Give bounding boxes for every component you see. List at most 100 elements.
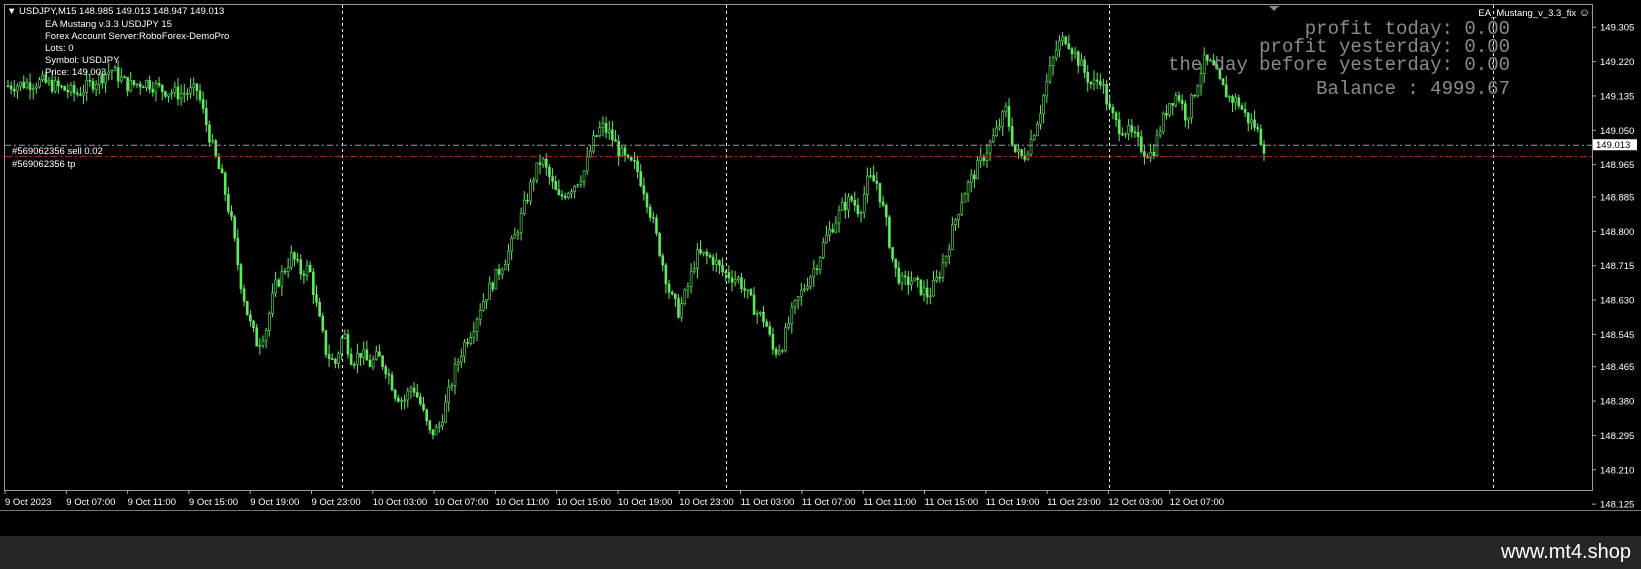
candle-body <box>9 85 13 90</box>
candle-body <box>132 80 136 85</box>
candle-body <box>375 351 378 360</box>
candle-body <box>929 295 932 298</box>
candle-body <box>16 85 19 92</box>
candle-body <box>825 234 828 244</box>
candle-body <box>110 70 114 73</box>
candle-body <box>186 93 189 95</box>
candle-body <box>41 74 44 81</box>
candle-body <box>721 265 724 273</box>
candle-body <box>1133 131 1137 134</box>
candle-body <box>1152 151 1156 157</box>
candle-body <box>683 289 687 304</box>
candle-body <box>781 350 784 353</box>
candle-body <box>548 166 551 177</box>
candle-body <box>759 311 762 314</box>
candle-body <box>1224 84 1228 98</box>
collapse-triangle-icon[interactable]: ▼ <box>7 6 16 17</box>
price-tick-label: 149.305 <box>1600 23 1634 34</box>
candle-body <box>821 242 825 258</box>
candle-body <box>1001 111 1005 127</box>
price-tick-label: 148.965 <box>1600 160 1634 171</box>
candle-body <box>286 267 290 272</box>
candle-body <box>567 193 570 199</box>
candle-body <box>592 135 595 152</box>
candle-body <box>255 327 258 347</box>
candle-body <box>869 175 872 177</box>
candle-body <box>198 90 202 100</box>
candle-body <box>126 77 129 92</box>
candle-body <box>91 80 95 90</box>
candle-body <box>718 260 721 266</box>
time-tick-label: 9 Oct 19:00 <box>250 497 299 508</box>
candle-body <box>1174 95 1178 106</box>
candle-body <box>554 181 558 190</box>
candle-body <box>283 270 287 273</box>
profit-day-before: the day before yesterday: 0.00 <box>1167 54 1510 76</box>
candle-body <box>818 257 822 270</box>
candle-body <box>699 249 702 254</box>
candle-body <box>900 275 904 284</box>
symbol-info[interactable]: ▼ USDJPY,M15 148.985 149.013 148.947 149… <box>7 6 224 18</box>
candle-body <box>1092 79 1096 85</box>
candle-body <box>1114 112 1118 120</box>
candle-body <box>1127 125 1130 135</box>
candle-body <box>431 429 435 436</box>
time-tick-label: 10 Oct 15:00 <box>557 497 611 508</box>
candle-body <box>1073 51 1077 55</box>
candle-body <box>1184 103 1187 121</box>
candle-body <box>519 213 523 234</box>
candle-body <box>472 331 476 338</box>
candle-body <box>1083 59 1086 73</box>
chart-window[interactable]: 149.305 149.220 149.135 149.050 148.965 148.8… <box>0 0 1641 536</box>
candle-body <box>765 321 768 327</box>
candle-body <box>513 234 517 239</box>
chart-shift-marker[interactable] <box>1269 6 1279 11</box>
candle-body <box>378 351 381 357</box>
candle-body <box>793 300 797 308</box>
candle-body <box>686 286 690 291</box>
candle-body <box>1253 119 1256 128</box>
candle-body <box>680 303 683 318</box>
candle-body <box>456 361 460 365</box>
candle-body <box>6 85 10 88</box>
candle-body <box>195 83 199 92</box>
candle-body <box>1099 80 1102 86</box>
candle-body <box>991 135 995 143</box>
candle-body <box>264 330 268 342</box>
account-balance: Balance : 4999.67 <box>1316 78 1510 100</box>
candle-body <box>743 288 746 291</box>
candle-body <box>267 313 271 331</box>
candle-body <box>995 127 998 136</box>
candle-body <box>925 287 929 298</box>
candle-body <box>1029 139 1033 155</box>
candle-body <box>595 135 598 137</box>
candle-body <box>872 175 875 182</box>
candle-body <box>384 366 388 375</box>
candle-body <box>157 82 161 86</box>
candle-body <box>1105 84 1108 105</box>
candle-body <box>337 353 340 364</box>
candle-body <box>182 93 186 95</box>
candle-body <box>441 421 444 427</box>
time-tick-label: 10 Oct 19:00 <box>618 497 672 508</box>
candle-body <box>973 174 976 180</box>
candle-body <box>94 84 98 90</box>
candle-body <box>208 124 211 143</box>
candle-body <box>211 140 214 143</box>
price-info: Price: 149.003 <box>45 67 107 78</box>
candle-body <box>428 420 432 430</box>
price-axis: 149.305 149.220 149.135 149.050 148.965 148.8… <box>1592 23 1634 511</box>
candle-body <box>1130 125 1134 133</box>
candle-body <box>403 399 406 402</box>
candle-body <box>1171 103 1175 106</box>
candle-body <box>667 283 671 293</box>
candle-body <box>25 82 29 89</box>
candle-body <box>28 82 32 90</box>
candle-body <box>214 140 218 157</box>
time-axis: 9 Oct 2023 9 Oct 07:00 9 Oct 11:00 9 Oct 15… <box>4 490 1224 508</box>
time-tick-label: 9 Oct 2023 <box>5 497 51 508</box>
candle-body <box>809 276 813 287</box>
candle-body <box>75 92 79 95</box>
candle-body <box>1036 123 1039 137</box>
candle-body <box>318 302 321 317</box>
